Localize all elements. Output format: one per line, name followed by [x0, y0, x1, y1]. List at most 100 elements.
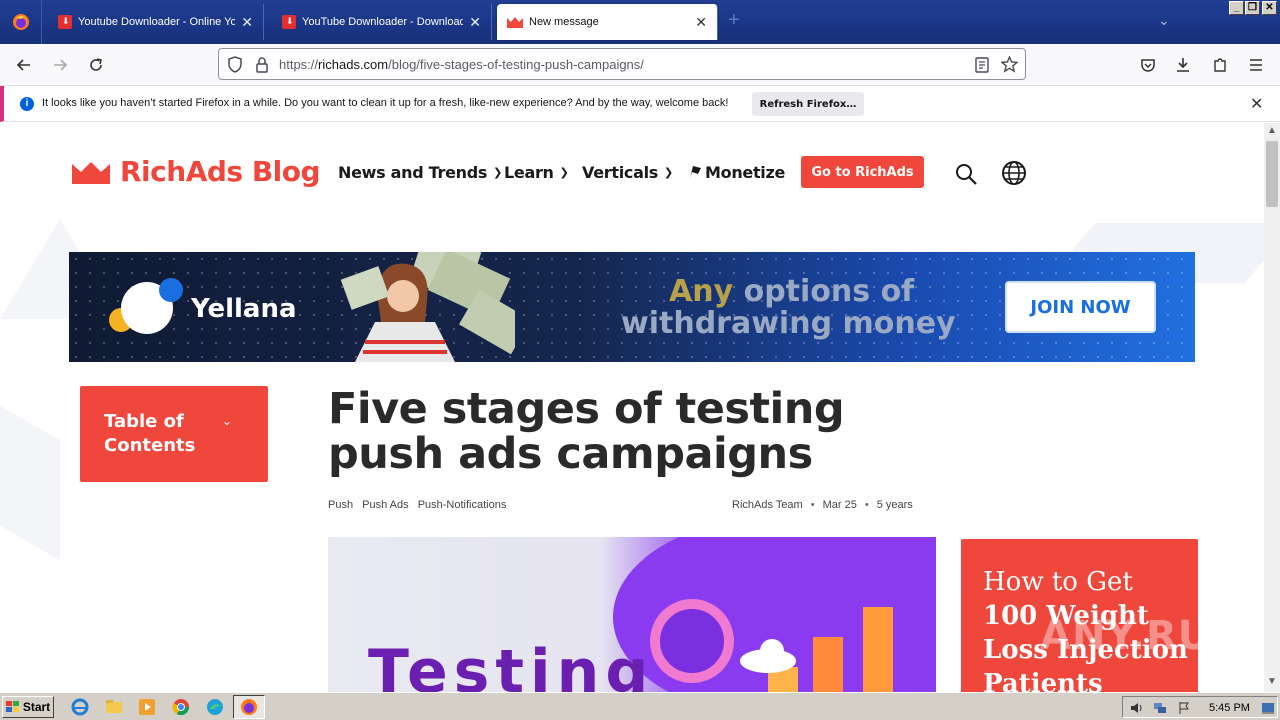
extensions-button[interactable]: [1208, 53, 1232, 77]
web-page: RichAds Blog News and Trends ❯ Learn ❯ Ver…: [0, 123, 1264, 692]
minimize-button[interactable]: _: [1229, 1, 1244, 15]
edge-icon[interactable]: [205, 697, 225, 717]
puzzle-icon: [1214, 58, 1226, 72]
new-tab-button[interactable]: +: [728, 10, 740, 30]
pocket-button[interactable]: [1136, 53, 1160, 77]
chrome-icon[interactable]: [171, 697, 191, 717]
hero-bar: [863, 607, 893, 692]
table-of-contents[interactable]: Table of Contents ⌄: [80, 386, 268, 482]
firefox-icon[interactable]: [239, 697, 259, 717]
start-label: Start: [22, 700, 51, 714]
scrollbar-thumb[interactable]: [1266, 141, 1278, 207]
banner-brand: Yellana: [191, 294, 297, 324]
search-icon[interactable]: [954, 162, 978, 186]
url-text[interactable]: https://richads.com/blog/five-stages-of-…: [279, 57, 644, 72]
article-author[interactable]: RichAds Team: [732, 499, 803, 511]
start-button[interactable]: Start: [2, 696, 54, 718]
action-center-flag-icon[interactable]: [1177, 701, 1191, 715]
downloads-button[interactable]: [1171, 53, 1195, 77]
tab-new-message[interactable]: New message ✕: [497, 4, 718, 40]
cloud-icon: [740, 639, 796, 673]
tab-title: YouTube Downloader - Download Youtube: [302, 16, 464, 28]
network-icon[interactable]: [1153, 701, 1167, 715]
yellana-banner-ad[interactable]: Yellana Any options of withdrawing money…: [69, 252, 1195, 362]
back-button[interactable]: [12, 53, 36, 77]
tab-title: New message: [529, 16, 599, 28]
join-now-button[interactable]: JOIN NOW: [1005, 281, 1156, 333]
app-menu-button[interactable]: [1244, 53, 1268, 77]
tag-link[interactable]: Push Ads: [362, 499, 408, 511]
hero-bar: [813, 637, 843, 692]
background-decoration: [0, 405, 60, 561]
article-meta: RichAds Team • Mar 25 • 5 years: [732, 499, 913, 511]
close-window-button[interactable]: ✕: [1262, 1, 1277, 15]
scroll-up-icon[interactable]: ▲: [1267, 125, 1277, 136]
page-scrollbar[interactable]: ▲ ▼: [1264, 123, 1280, 692]
notification-bar: i It looks like you haven’t started Fire…: [0, 86, 1280, 122]
download-icon: [1177, 58, 1189, 72]
site-logo[interactable]: RichAds Blog: [72, 155, 321, 188]
flag-icon: [690, 166, 701, 178]
tab-close-icon[interactable]: ✕: [241, 14, 253, 31]
tab-close-icon[interactable]: ✕: [469, 14, 481, 31]
separator-dot: •: [810, 499, 815, 511]
bookmark-star-icon[interactable]: [1001, 56, 1018, 73]
youtube-download-icon: ⬇: [58, 15, 72, 29]
tab-youtube-download[interactable]: ⬇ YouTube Downloader - Download Youtube …: [272, 4, 492, 40]
url-prefix: https://: [279, 57, 319, 72]
richads-crown-icon: [507, 17, 523, 28]
nav-learn[interactable]: Learn ❯: [504, 163, 569, 182]
lock-icon[interactable]: [255, 57, 269, 73]
hero-word: Testing: [368, 637, 655, 692]
list-all-tabs-icon[interactable]: ⌄: [1158, 12, 1170, 29]
volume-icon[interactable]: [1129, 701, 1143, 715]
chevron-down-icon: ❯: [663, 166, 673, 179]
banner-headline: Any options of: [669, 274, 914, 309]
woman-with-money-image: [340, 252, 515, 362]
crown-icon: [72, 161, 110, 184]
tab-strip: ⬇ Youtube Downloader - Online Youtube ✕ …: [0, 0, 1280, 44]
refresh-firefox-button[interactable]: Refresh Firefox…: [752, 92, 864, 116]
notification-message: It looks like you haven’t started Firefo…: [42, 97, 729, 109]
url-host: richads.com: [318, 57, 389, 72]
close-notification-icon[interactable]: ✕: [1250, 94, 1263, 114]
tag-link[interactable]: Push: [328, 499, 353, 511]
banner-headline-line2: withdrawing money: [621, 306, 956, 341]
separator-dot: •: [864, 499, 869, 511]
explorer-folder-icon[interactable]: [104, 697, 124, 717]
tab-close-icon[interactable]: ✕: [695, 14, 707, 31]
reload-icon: [90, 58, 102, 71]
media-player-icon[interactable]: [137, 697, 157, 717]
firefox-menu-icon[interactable]: [0, 0, 42, 44]
ie-icon[interactable]: [70, 697, 90, 717]
show-desktop-icon[interactable]: [1261, 701, 1275, 715]
scroll-down-icon[interactable]: ▼: [1267, 676, 1277, 687]
nav-label: News and Trends: [338, 163, 488, 182]
banner-headline-rest: options of: [733, 274, 915, 309]
article-tags: Push Push Ads Push-Notifications: [328, 499, 512, 511]
article-age: 5 years: [876, 499, 913, 511]
tag-link[interactable]: Push-Notifications: [418, 499, 507, 511]
article-title: Five stages of testing push ads campaign…: [328, 384, 845, 479]
nav-label: Monetize: [705, 163, 786, 182]
windows-taskbar: Start 5:45 PM: [0, 692, 1280, 720]
pocket-icon: [1141, 59, 1155, 72]
reader-view-icon[interactable]: [975, 57, 989, 73]
globe-icon[interactable]: [1001, 160, 1027, 186]
go-to-richads-button[interactable]: Go to RichAds: [801, 156, 924, 188]
nav-news-and-trends[interactable]: News and Trends ❯: [338, 163, 502, 182]
shield-icon[interactable]: [227, 56, 243, 73]
magnifier-icon: [650, 599, 734, 683]
site-logo-text: RichAds Blog: [120, 155, 321, 188]
reload-button[interactable]: [84, 53, 108, 77]
forward-button[interactable]: [48, 53, 72, 77]
nav-monetize[interactable]: Monetize: [688, 163, 785, 182]
url-bar[interactable]: https://richads.com/blog/five-stages-of-…: [218, 48, 1026, 80]
nav-verticals[interactable]: Verticals ❯: [582, 163, 673, 182]
banner-headline-any: Any: [669, 274, 734, 309]
chevron-down-icon: ❯: [559, 166, 569, 179]
restore-button[interactable]: ❐: [1245, 1, 1260, 15]
tab-title: Youtube Downloader - Online Youtube: [78, 16, 236, 28]
clock[interactable]: 5:45 PM: [1209, 702, 1250, 714]
tab-youtube-online[interactable]: ⬇ Youtube Downloader - Online Youtube ✕: [48, 4, 264, 40]
